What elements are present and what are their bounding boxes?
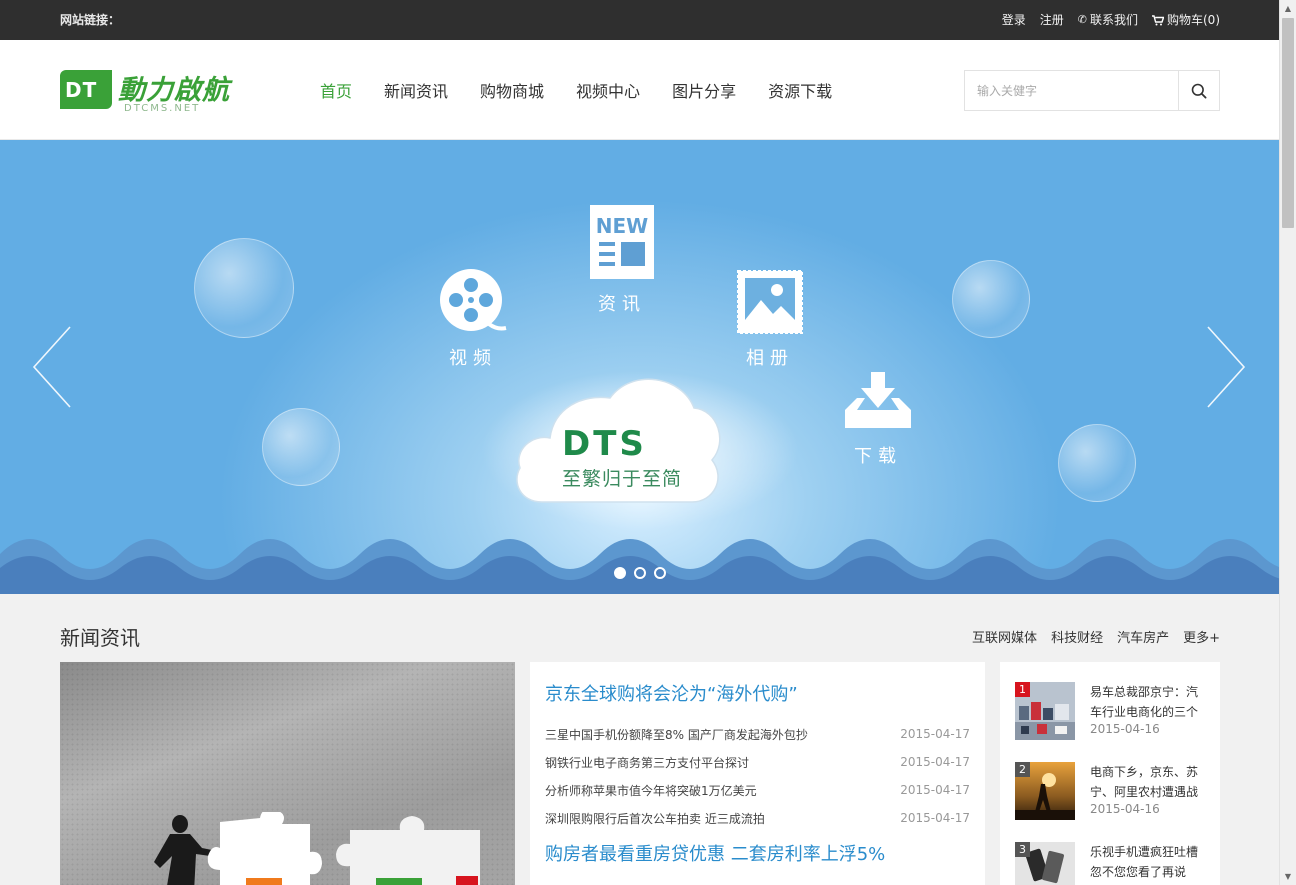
download-icon xyxy=(845,372,911,428)
nav-item-shop[interactable]: 购物商城 xyxy=(480,78,544,102)
news-item-date: 2015-04-17 xyxy=(900,755,970,769)
banner-dot-2[interactable] xyxy=(633,567,646,579)
page: 网站链接： 登录 注册 ✆ 联系我们 购物车(0) DT 動力啟航 DTCMS.… xyxy=(0,0,1279,885)
cart-icon xyxy=(1152,14,1164,26)
tab-tech-finance[interactable]: 科技财经 xyxy=(1051,627,1103,646)
cart-link[interactable]: 购物车(0) xyxy=(1152,0,1220,40)
svg-text:NEW: NEW xyxy=(596,214,648,238)
login-link[interactable]: 登录 xyxy=(1002,0,1026,40)
decor-bubble xyxy=(952,260,1030,338)
news-item-date: 2015-04-17 xyxy=(900,783,970,797)
news-list-item[interactable]: 三星中国手机份额降至8% 国产厂商发起海外包抄 2015-04-17 xyxy=(545,720,970,748)
page-scrollbar[interactable]: ▲ ▼ xyxy=(1279,0,1296,885)
nav-item-video[interactable]: 视频中心 xyxy=(576,78,640,102)
newspaper-icon: NEW xyxy=(590,205,654,279)
news-headline-1[interactable]: 京东全球购将会沦为“海外代购” xyxy=(545,680,798,706)
tab-auto-realestate[interactable]: 汽车房产 xyxy=(1117,627,1169,646)
news-headline-2[interactable]: 购房者最看重房贷优惠 二套房利率上浮5% xyxy=(545,840,885,866)
banner-video-feature: 视频 xyxy=(437,268,509,370)
ranked-news-date: 2015-04-16 xyxy=(1090,722,1160,736)
scroll-down-icon[interactable]: ▼ xyxy=(1280,868,1296,885)
search-box xyxy=(964,70,1220,111)
logo-mark: DT xyxy=(60,70,112,109)
scroll-up-icon[interactable]: ▲ xyxy=(1280,0,1296,17)
hero-banner[interactable]: 视频 NEW 资讯 相册 下载 DTS 至繁归于至简 xyxy=(0,140,1279,594)
banner-news-label: 资讯 xyxy=(598,294,646,315)
banner-download-feature: 下载 xyxy=(842,370,914,468)
rank-badge: 3 xyxy=(1015,842,1030,857)
header: DT 動力啟航 DTCMS.NET 首页 新闻资讯 购物商城 视频中心 图片分享… xyxy=(0,40,1279,140)
nav-item-home[interactable]: 首页 xyxy=(320,78,352,102)
ranked-news-item[interactable]: 2 电商下乡，京东、苏宁、阿里农村遭遇战 2015-04-16 xyxy=(1015,762,1205,822)
ranked-news-title: 易车总裁邵京宁：汽车行业电商化的三个 xyxy=(1090,685,1199,719)
logo-title: 動力啟航 xyxy=(118,75,230,106)
banner-album-feature: 相册 xyxy=(734,270,806,370)
ranked-news-card: 1 易车总裁邵京宁：汽车行业电商化的三个 2015-04-16 2 电商下乡，京… xyxy=(1000,662,1220,885)
site-logo[interactable]: DT 動力啟航 DTCMS.NET xyxy=(60,70,245,120)
banner-news-feature: NEW 资讯 xyxy=(586,204,658,316)
news-item-date: 2015-04-17 xyxy=(900,811,970,825)
scrollbar-thumb[interactable] xyxy=(1282,18,1294,228)
news-item-title: 三星中国手机份额降至8% 国产厂商发起海外包抄 xyxy=(545,727,808,742)
featured-news-image[interactable] xyxy=(60,662,515,885)
search-input[interactable] xyxy=(965,71,1179,110)
top-bar-links: 登录 注册 ✆ 联系我们 购物车(0) xyxy=(1002,0,1220,40)
decor-bubble xyxy=(262,408,340,486)
contact-link[interactable]: ✆ 联系我们 xyxy=(1078,0,1138,40)
ranked-news-item[interactable]: 1 易车总裁邵京宁：汽车行业电商化的三个 2015-04-16 xyxy=(1015,682,1205,742)
puzzle-illustration xyxy=(154,812,480,885)
banner-video-label: 视频 xyxy=(449,348,497,369)
news-list-item[interactable]: 分析师称苹果市值今年将突破1万亿美元 2015-04-17 xyxy=(545,776,970,804)
banner-prev-arrow[interactable] xyxy=(32,325,72,409)
logo-mark-text: DT xyxy=(65,78,98,102)
register-link[interactable]: 注册 xyxy=(1040,0,1064,40)
logo-subtitle: DTCMS.NET xyxy=(124,103,201,114)
banner-cloud-logo: DTS 至繁归于至简 xyxy=(512,368,724,508)
contact-label: 联系我们 xyxy=(1089,13,1138,27)
news-item-title: 深圳限购限行后首次公车拍卖 近三成流拍 xyxy=(545,811,765,826)
news-list-card: 京东全球购将会沦为“海外代购” 三星中国手机份额降至8% 国产厂商发起海外包抄 … xyxy=(530,662,985,885)
top-bar: 网站链接： 登录 注册 ✆ 联系我们 购物车(0) xyxy=(0,0,1279,40)
ranked-news-title: 乐视手机遭疯狂吐槽 忽不您您看了再说 xyxy=(1090,845,1199,879)
decor-bubble xyxy=(194,238,294,338)
decor-bubble xyxy=(1058,424,1136,502)
rank-badge: 2 xyxy=(1015,762,1030,777)
banner-dot-1[interactable] xyxy=(613,567,626,579)
picture-icon xyxy=(737,270,803,334)
rank-badge: 1 xyxy=(1015,682,1030,697)
news-list-item[interactable]: 深圳限购限行后首次公车拍卖 近三成流拍 2015-04-17 xyxy=(545,804,970,832)
nav-item-photos[interactable]: 图片分享 xyxy=(672,78,736,102)
film-reel-icon xyxy=(440,269,507,331)
ranked-news-date: 2015-04-16 xyxy=(1090,802,1160,816)
ranked-news-title: 电商下乡，京东、苏宁、阿里农村遭遇战 xyxy=(1090,765,1199,799)
search-button[interactable] xyxy=(1178,71,1219,110)
cloud-brand-mark: DTS xyxy=(562,424,647,464)
news-item-date: 2015-04-17 xyxy=(900,727,970,741)
phone-icon: ✆ xyxy=(1077,13,1087,26)
banner-album-label: 相册 xyxy=(746,348,794,369)
search-icon xyxy=(1191,83,1207,99)
banner-download-label: 下载 xyxy=(854,446,902,467)
cloud-tagline: 至繁归于至简 xyxy=(562,468,683,490)
tab-more[interactable]: 更多+ xyxy=(1183,627,1220,646)
site-links-label: 网站链接： xyxy=(60,13,121,27)
section-tabs: 互联网媒体 科技财经 汽车房产 更多+ xyxy=(972,627,1220,646)
banner-dot-3[interactable] xyxy=(653,567,666,579)
banner-next-arrow[interactable] xyxy=(1206,325,1246,409)
news-item-title: 钢铁行业电子商务第三方支付平台探讨 xyxy=(545,755,750,770)
cart-label: 购物车(0) xyxy=(1167,13,1220,27)
tab-internet-media[interactable]: 互联网媒体 xyxy=(972,627,1037,646)
news-list-item[interactable]: 钢铁行业电子商务第三方支付平台探讨 2015-04-17 xyxy=(545,748,970,776)
news-item-title: 分析师称苹果市值今年将突破1万亿美元 xyxy=(545,783,757,798)
nav-item-news[interactable]: 新闻资讯 xyxy=(384,78,448,102)
nav-item-downloads[interactable]: 资源下载 xyxy=(768,78,832,102)
banner-waves xyxy=(0,539,1279,594)
ranked-news-item[interactable]: 3 乐视手机遭疯狂吐槽 忽不您您看了再说 xyxy=(1015,842,1205,885)
main-nav: 首页 新闻资讯 购物商城 视频中心 图片分享 资源下载 xyxy=(320,40,832,140)
banner-pagination xyxy=(0,567,1279,579)
section-title: 新闻资讯 xyxy=(60,626,140,650)
news-list: 三星中国手机份额降至8% 国产厂商发起海外包抄 2015-04-17 钢铁行业电… xyxy=(545,720,970,832)
